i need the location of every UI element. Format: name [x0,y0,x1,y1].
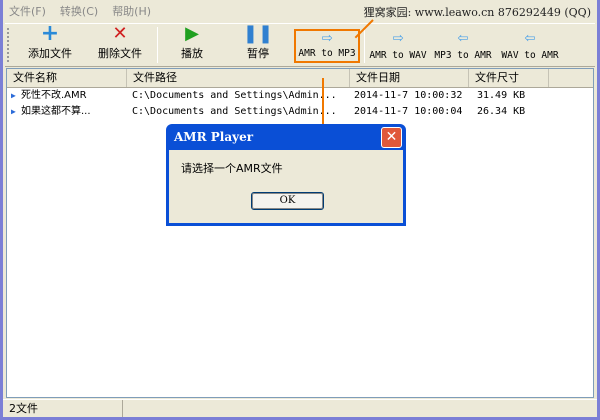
cell-date: 2014-11-7 10:00:32 [354,90,463,101]
list-header: 文件名称 文件路径 文件日期 文件尺寸 [7,69,593,88]
cell-path: C:\Documents and Settings\Admin... [132,90,337,101]
mp3-to-amr-button[interactable]: ⇦ MP3 to AMR [429,24,497,66]
amr-to-mp3-button[interactable]: ⇨ AMR to MP3 [294,27,360,63]
toolbar-separator [157,27,158,63]
status-panel [123,400,597,417]
message-dialog: AMR Player ✕ 请选择一个AMR文件 OK [166,124,406,226]
column-size[interactable]: 文件尺寸 [469,69,549,87]
x-icon: ✕ [112,23,128,44]
amr-to-wav-button[interactable]: ⇨ AMR to WAV [367,24,429,66]
button-label: 播放 [181,47,203,60]
pause-icon: ❚❚ [242,23,274,44]
button-label: 添加文件 [28,47,72,60]
cell-name: 死性不改.AMR [21,90,87,101]
arrow-left-icon: ⇦ [524,27,536,48]
arrow-right-icon: ⇨ [392,27,404,48]
table-row[interactable]: ▶ 死性不改.AMR C:\Documents and Settings\Adm… [7,88,593,104]
add-file-button[interactable]: + 添加文件 [15,21,85,66]
column-path[interactable]: 文件路径 [127,69,350,87]
plus-icon: + [40,21,60,46]
arrow-right-icon: ⇨ [321,27,333,48]
site-text: 狸窝家园: www.leawo.cn 876292449 (QQ) [363,6,591,19]
cell-date: 2014-11-7 10:00:04 [354,106,463,117]
menu-convert[interactable]: 转换(C) [60,3,98,19]
toolbar-separator [364,27,365,63]
table-row[interactable]: ▶ 如果这都不算... C:\Documents and Settings\Ad… [7,104,593,120]
dialog-title-bar[interactable]: AMR Player ✕ [169,124,403,150]
dialog-message: 请选择一个AMR文件 [181,162,283,175]
cell-size: 26.34 KB [477,106,526,117]
menu-bar: 文件(F) 转换(C) 帮助(H) 狸窝家园: www.leawo.cn 876… [3,0,597,22]
play-icon: ▶ [185,23,199,44]
button-label: MP3 to AMR [434,50,492,61]
column-date[interactable]: 文件日期 [350,69,469,87]
toolbar-grip[interactable] [7,28,13,62]
button-label: 删除文件 [98,47,142,60]
play-button[interactable]: ▶ 播放 [160,24,224,66]
cell-path: C:\Documents and Settings\Admin... [132,106,337,117]
dialog-body: 请选择一个AMR文件 OK [169,150,403,223]
status-bar: 2文件 [3,399,597,417]
close-icon[interactable]: ✕ [381,127,402,148]
file-icon: ▶ [11,107,16,116]
annotation-arrow [322,78,324,128]
menu-file[interactable]: 文件(F) [9,3,46,19]
button-label: AMR to MP3 [298,48,356,59]
ok-button[interactable]: OK [251,192,324,210]
dialog-title: AMR Player [174,130,254,144]
cell-size: 31.49 KB [477,90,526,101]
delete-file-button[interactable]: ✕ 删除文件 [85,24,155,66]
status-count: 2文件 [3,400,123,417]
button-label: WAV to AMR [501,50,559,61]
toolbar: + 添加文件 ✕ 删除文件 ▶ 播放 ❚❚ 暂停 ⇨ AMR to MP3 ⇨ AMR to… [5,23,595,67]
pause-button[interactable]: ❚❚ 暂停 [224,24,292,66]
arrow-left-icon: ⇦ [457,27,469,48]
column-name[interactable]: 文件名称 [7,69,127,87]
menu-help[interactable]: 帮助(H) [112,3,151,19]
file-list: 文件名称 文件路径 文件日期 文件尺寸 ▶ 死性不改.AMR C:\Docume… [6,68,594,398]
cell-name: 如果这都不算... [21,106,91,117]
button-label: AMR to WAV [369,50,427,61]
button-label: 暂停 [247,47,269,60]
file-icon: ▶ [11,91,16,100]
wav-to-amr-button[interactable]: ⇦ WAV to AMR [497,24,563,66]
